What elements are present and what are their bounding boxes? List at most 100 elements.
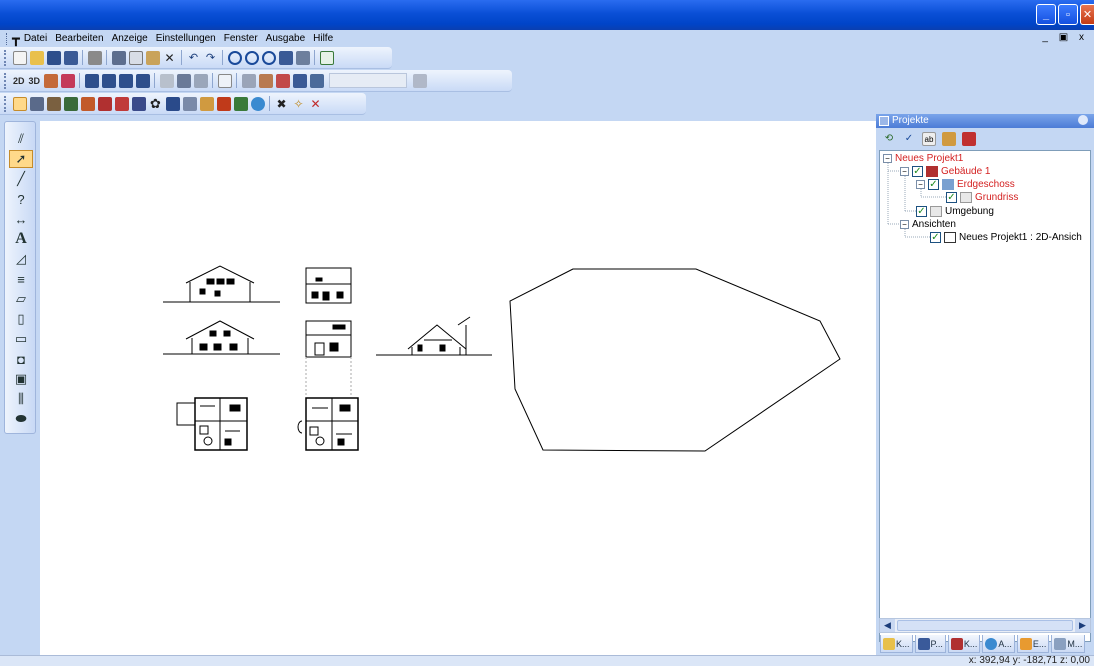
projects-panel-header[interactable]: Projekte	[876, 114, 1094, 128]
tree-horizontal-scrollbar[interactable]: ◀ ▶	[879, 618, 1091, 633]
text-icon[interactable]: A	[9, 230, 33, 248]
maximize-button[interactable]: ▫	[1058, 4, 1078, 25]
menu-grip[interactable]	[6, 32, 9, 45]
landscape-icon[interactable]	[80, 96, 95, 111]
query-icon[interactable]: ?	[9, 190, 33, 208]
plan-view-icon[interactable]	[12, 96, 27, 111]
floor-icon[interactable]	[46, 96, 61, 111]
toolbar-grip[interactable]	[4, 49, 8, 66]
pin-icon[interactable]	[1078, 115, 1088, 125]
window-layout-icon[interactable]	[84, 73, 99, 88]
menu-anzeige[interactable]: Anzeige	[112, 33, 148, 44]
copy-icon[interactable]	[128, 50, 143, 65]
grid-icon[interactable]	[60, 73, 75, 88]
drawing-canvas[interactable]	[40, 121, 876, 655]
dimension-icon[interactable]: ↔	[9, 210, 33, 228]
tab-attributes[interactable]: A...	[982, 635, 1015, 653]
view-select-combo[interactable]	[329, 73, 408, 88]
railing-icon[interactable]: ⫼	[9, 390, 33, 408]
menu-datei[interactable]: Datei	[24, 33, 47, 44]
toolbar-grip[interactable]	[4, 95, 8, 112]
zoom-out-icon[interactable]	[261, 50, 276, 65]
menu-bearbeiten[interactable]: Bearbeiten	[55, 33, 103, 44]
image-icon[interactable]	[292, 73, 307, 88]
split-window-icon[interactable]	[101, 73, 116, 88]
toolbar-grip[interactable]	[4, 72, 8, 89]
check-icon[interactable]: ✓	[902, 132, 916, 146]
column-icon[interactable]: ▯	[9, 310, 33, 328]
terrain-icon[interactable]	[63, 96, 78, 111]
line-tool-icon[interactable]: ╱	[9, 170, 33, 188]
rename-icon[interactable]: ab	[922, 132, 936, 146]
view-3d-button[interactable]: 3D	[29, 76, 41, 86]
zoom-icon[interactable]	[227, 50, 242, 65]
tab-construction[interactable]: K...	[947, 635, 981, 653]
paint-icon[interactable]	[275, 73, 290, 88]
select-box-icon[interactable]	[217, 73, 232, 88]
scrollbar-thumb[interactable]	[897, 620, 1073, 631]
render-icon[interactable]	[193, 73, 208, 88]
tab-e[interactable]: E...	[1016, 635, 1050, 653]
close-button[interactable]: ✕	[1080, 4, 1094, 25]
magic-tool-icon[interactable]	[43, 73, 58, 88]
menu-einstellungen[interactable]: Einstellungen	[156, 33, 216, 44]
library-icon[interactable]	[309, 73, 324, 88]
open-folder-icon[interactable]	[29, 50, 44, 65]
plant-icon[interactable]	[233, 96, 248, 111]
wand-icon[interactable]: ✧	[292, 97, 306, 111]
undo-icon[interactable]: ↶	[187, 51, 201, 65]
delete-icon[interactable]: ✕	[163, 51, 177, 65]
search-icon[interactable]	[412, 73, 427, 88]
cross-tool-icon[interactable]: ✕	[309, 97, 323, 111]
zoom-in-icon[interactable]	[244, 50, 259, 65]
opening-icon[interactable]: ▣	[9, 370, 33, 388]
roof-icon[interactable]: ≡	[9, 270, 33, 288]
app-icon[interactable]: ┳	[12, 31, 20, 47]
new-file-icon[interactable]	[12, 50, 27, 65]
house-icon[interactable]	[97, 96, 112, 111]
pan-icon[interactable]	[295, 50, 310, 65]
table-icon[interactable]	[165, 96, 180, 111]
building-icon[interactable]	[182, 96, 197, 111]
pointer-icon[interactable]: ➚	[9, 150, 33, 168]
mdi-controls[interactable]: _ ▣ x	[1042, 32, 1088, 43]
zoom-all-icon[interactable]	[278, 50, 293, 65]
beam-icon[interactable]: ▱	[9, 290, 33, 308]
door-icon[interactable]: ▭	[9, 330, 33, 348]
paste-icon[interactable]	[145, 50, 160, 65]
material-icon[interactable]	[258, 73, 273, 88]
elevation-side[interactable]	[305, 267, 352, 304]
wall-tool-icon[interactable]: ⫽	[9, 130, 33, 148]
cut-icon[interactable]	[111, 50, 126, 65]
scroll-left-icon[interactable]: ◀	[880, 619, 895, 632]
grid-view-icon[interactable]	[29, 96, 44, 111]
fire-icon[interactable]	[216, 96, 231, 111]
tools-icon[interactable]: ✖	[275, 97, 289, 111]
view-2d-button[interactable]: 2D	[13, 76, 25, 86]
tab-m[interactable]: M...	[1051, 635, 1086, 653]
menu-hilfe[interactable]: Hilfe	[313, 33, 333, 44]
tab-projects[interactable]: P...	[914, 635, 946, 653]
layer-icon[interactable]	[176, 73, 191, 88]
menu-fenster[interactable]: Fenster	[224, 33, 258, 44]
elevation-front[interactable]	[163, 265, 280, 303]
tile-horizontal-icon[interactable]	[118, 73, 133, 88]
refresh-icon[interactable]	[319, 50, 334, 65]
window-icon[interactable]: ◘	[9, 350, 33, 368]
print-icon[interactable]	[87, 50, 102, 65]
save-all-icon[interactable]	[63, 50, 78, 65]
stairs-icon[interactable]: ◿	[9, 250, 33, 268]
floor-plan-2[interactable]	[297, 397, 359, 451]
tile-vertical-icon[interactable]	[135, 73, 150, 88]
add-building-icon[interactable]	[962, 132, 976, 146]
refresh-icon[interactable]: ⟲	[882, 132, 896, 146]
scroll-right-icon[interactable]: ▶	[1075, 619, 1090, 632]
menu-ausgabe[interactable]: Ausgabe	[266, 33, 305, 44]
properties-icon[interactable]	[942, 132, 956, 146]
floor-plan-1[interactable]	[176, 397, 248, 451]
roof-icon[interactable]	[199, 96, 214, 111]
measure-icon[interactable]	[241, 73, 256, 88]
first-aid-icon[interactable]	[114, 96, 129, 111]
redo-icon[interactable]: ↷	[204, 51, 218, 65]
save-icon[interactable]	[46, 50, 61, 65]
